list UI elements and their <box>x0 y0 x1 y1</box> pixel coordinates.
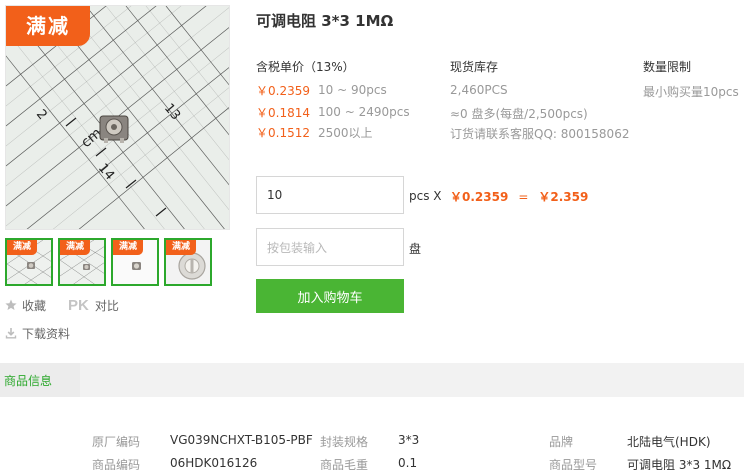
spec-value: 06HDK016126 <box>170 456 258 470</box>
compare-button[interactable]: PK 对比 <box>68 296 119 314</box>
total-price: ￥2.359 <box>538 190 589 204</box>
thumbnail-promo-tag: 满减 <box>166 240 196 255</box>
thumbnail-promo-tag: 满减 <box>113 240 143 255</box>
spec-label: 品牌 <box>549 435 574 449</box>
compare-label: 对比 <box>94 298 119 313</box>
qty-unit-label: pcs X <box>409 189 442 203</box>
collect-button[interactable]: 收藏 <box>5 296 46 314</box>
download-button[interactable]: 下载资料 <box>5 324 70 342</box>
spec-label: 封装规格 <box>320 435 369 449</box>
thumbnail-2[interactable]: 满减 <box>58 238 106 286</box>
limit-text: 最小购买量10pcs <box>643 85 739 99</box>
thumbnail-promo-tag: 满减 <box>7 240 37 255</box>
quantity-input[interactable]: 10 <box>256 176 404 214</box>
price-header: 含税单价（13%） <box>256 60 355 74</box>
price-tier: ￥0.2359 10 ~ 90pcs <box>256 81 387 99</box>
price-tier: ￥0.1512 2500以上 <box>256 123 373 141</box>
spec-label: 商品型号 <box>549 458 598 470</box>
spec-label: 商品编码 <box>92 458 141 470</box>
spec-value: 可调电阻 3*3 1MΩ <box>627 458 732 470</box>
spec-value: 北陆电气(HDK) <box>627 435 711 449</box>
thumbnail-promo-tag: 满减 <box>60 240 90 255</box>
star-icon <box>5 299 17 311</box>
spec-value: 3*3 <box>398 433 420 447</box>
info-tab-bar: 商品信息 <box>0 363 744 397</box>
download-icon <box>5 327 17 339</box>
stock-reels: ≈0 盘多(每盘/2,500pcs) <box>450 107 588 121</box>
tier-qty: 10 ~ 90pcs <box>318 83 387 97</box>
price-calculation: ￥0.2359 = ￥2.359 <box>450 188 588 205</box>
spec-label: 原厂编码 <box>92 435 141 449</box>
promo-tag: 满减 <box>6 6 90 46</box>
stock-quantity: 2,460PCS <box>450 83 508 97</box>
tier-qty: 2500以上 <box>318 125 373 140</box>
product-title: 可调电阻 3*3 1MΩ <box>256 12 394 30</box>
stock-header: 现货库存 <box>450 60 499 74</box>
main-product-image: cm 13 2 14 满减 <box>5 5 230 230</box>
unit-price: ￥0.2359 <box>450 190 509 204</box>
tab-product-info[interactable]: 商品信息 <box>0 363 80 397</box>
spec-label: 商品毛重 <box>320 458 369 470</box>
thumbnail-4[interactable]: 满减 <box>164 238 212 286</box>
tier-price: ￥0.1814 <box>256 105 310 120</box>
download-label: 下载资料 <box>22 326 71 341</box>
stock-contact: 订货请联系客服QQ: 800158062 <box>450 127 630 141</box>
tier-price: ￥0.2359 <box>256 83 310 98</box>
spec-value: VG039NCHXT-B105-PBF <box>170 433 313 447</box>
tier-qty: 100 ~ 2490pcs <box>318 105 410 119</box>
collect-label: 收藏 <box>22 298 47 313</box>
reel-unit-label: 盘 <box>409 242 422 256</box>
limit-header: 数量限制 <box>643 60 692 74</box>
reel-quantity-input[interactable]: 按包装输入 <box>256 228 404 266</box>
equals-sign: = <box>518 189 529 204</box>
spec-value: 0.1 <box>398 456 418 470</box>
tier-price: ￥0.1512 <box>256 125 310 140</box>
thumbnail-3[interactable]: 满减 <box>111 238 159 286</box>
price-tier: ￥0.1814 100 ~ 2490pcs <box>256 103 410 121</box>
thumbnail-1[interactable]: 满减 <box>5 238 53 286</box>
pk-icon: PK <box>68 296 89 314</box>
add-to-cart-button[interactable]: 加入购物车 <box>256 279 404 313</box>
